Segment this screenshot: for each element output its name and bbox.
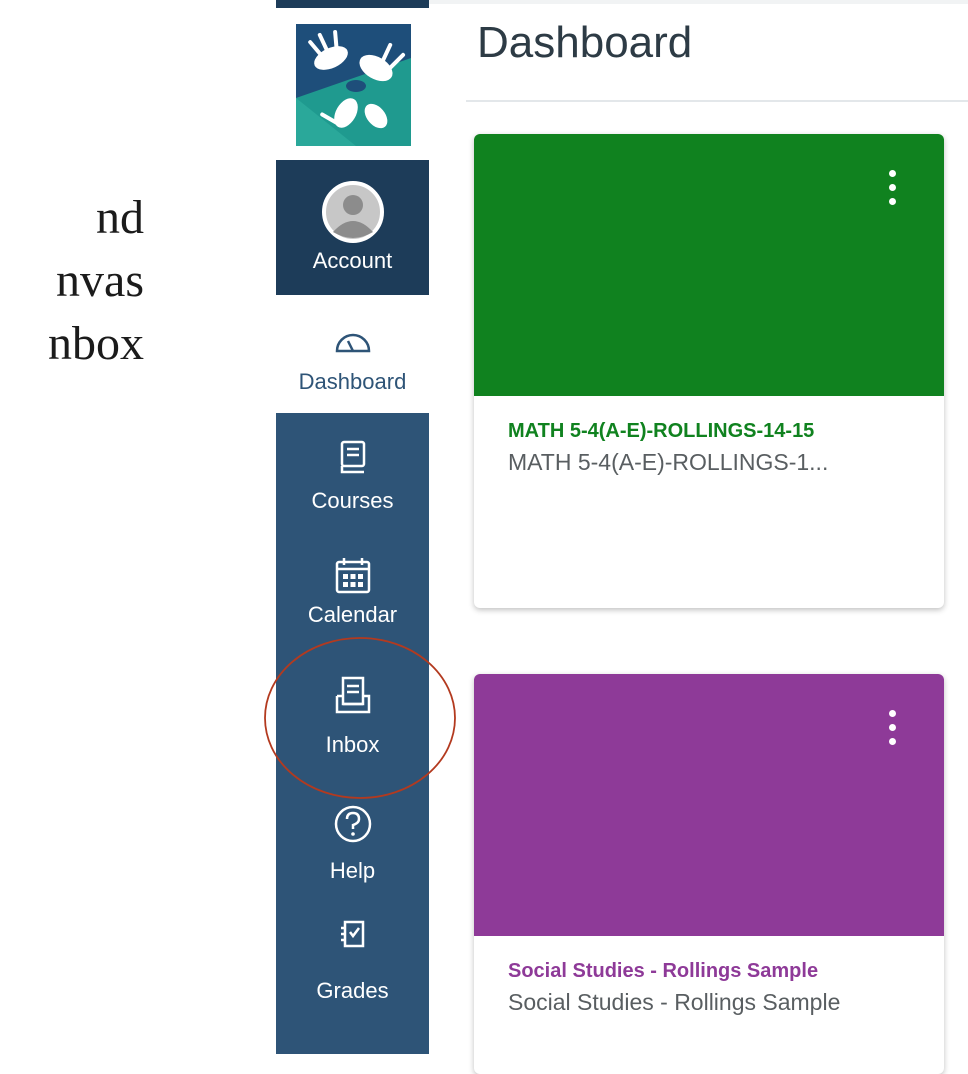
nav-help-label: Help (329, 858, 376, 883)
course-card[interactable]: Social Studies - Rollings Sample Social … (474, 674, 944, 1074)
institution-logo[interactable] (276, 8, 429, 160)
page-title: Dashboard (477, 18, 693, 67)
course-card[interactable]: MATH 5-4(A-E)-ROLLINGS-14-15 MATH 5-4(A-… (474, 134, 944, 608)
course-card-hero[interactable] (474, 134, 944, 396)
nav-grades-label: Grades (316, 978, 389, 1003)
course-card-subtitle: MATH 5-4(A-E)-ROLLINGS-1... (508, 449, 829, 475)
course-card-subtitle: Social Studies - Rollings Sample (508, 989, 841, 1015)
card-options-icon[interactable] (882, 710, 902, 750)
nav-account[interactable]: Account (276, 160, 429, 295)
book-icon (340, 440, 365, 474)
nav-grades[interactable]: Grades (276, 920, 429, 1016)
course-card-title[interactable]: Social Studies - Rollings Sample (508, 960, 944, 983)
slide-line-3: nbox (48, 317, 144, 370)
global-nav-sidebar: Account Dashboard Courses Calendar Inbox… (276, 0, 429, 1054)
slide-line-1: nd (96, 191, 144, 244)
annotation-circle (264, 637, 456, 799)
nav-account-label: Account (312, 248, 393, 273)
header-divider (466, 100, 968, 102)
nav-help[interactable]: Help (276, 804, 429, 900)
grades-icon (340, 920, 364, 948)
nav-courses-label: Courses (311, 488, 394, 513)
course-card-hero[interactable] (474, 674, 944, 936)
nav-calendar[interactable]: Calendar (276, 556, 429, 646)
nav-calendar-label: Calendar (307, 602, 398, 627)
slide-line-2: nvas (56, 254, 144, 307)
top-rule (429, 0, 968, 4)
nav-dashboard-label: Dashboard (298, 369, 407, 394)
sidebar-top-bar (276, 0, 429, 8)
nav-dashboard[interactable]: Dashboard (276, 295, 429, 413)
avatar-icon (321, 181, 384, 243)
calendar-icon (335, 558, 370, 594)
dashboard-icon (335, 333, 370, 353)
help-icon (334, 805, 371, 843)
nav-courses[interactable]: Courses (276, 440, 429, 530)
slide-text: nd nvas nbox (0, 186, 144, 375)
card-options-icon[interactable] (882, 170, 902, 210)
course-card-title[interactable]: MATH 5-4(A-E)-ROLLINGS-14-15 (508, 420, 944, 443)
